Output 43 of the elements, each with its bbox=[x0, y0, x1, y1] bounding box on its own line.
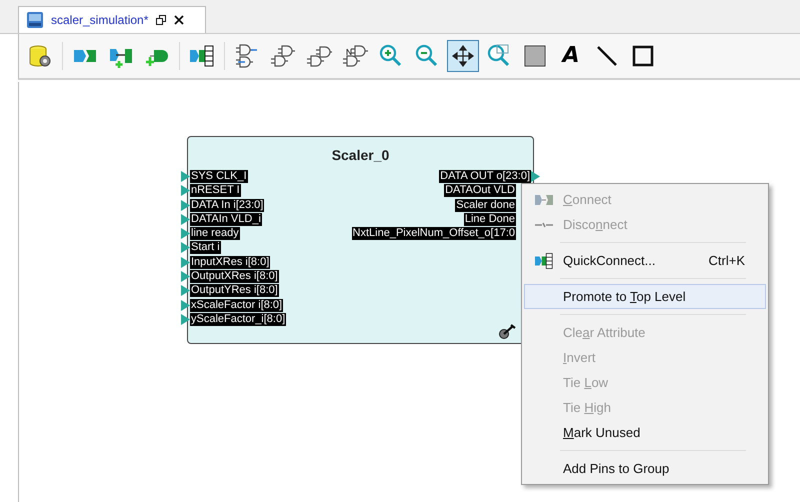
block-title: Scaler_0 bbox=[330, 146, 390, 165]
fit-arrows-icon bbox=[450, 43, 476, 69]
logic-gates-icon bbox=[270, 43, 296, 69]
quickconnect-icon bbox=[189, 43, 215, 69]
shortcut-label: Ctrl+K bbox=[708, 252, 745, 270]
port-label: Line Done bbox=[464, 212, 516, 226]
database-gear-icon bbox=[27, 43, 53, 69]
port-label: DATAIn VLD_i bbox=[190, 212, 262, 226]
menu-item[interactable]: Promote to Top Level bbox=[524, 284, 766, 309]
port-label: yScaleFactor_i[8:0] bbox=[190, 312, 286, 326]
menu-item[interactable]: Add Pins to Group bbox=[524, 456, 766, 481]
tab-title: scaler_simulation* bbox=[51, 12, 148, 29]
restore-icon[interactable] bbox=[156, 15, 166, 25]
port-label: NxtLine_PixelNum_Offset_o[17:0 bbox=[352, 227, 516, 240]
port-label: DATAOut VLD bbox=[444, 184, 516, 198]
close-icon[interactable] bbox=[174, 15, 184, 25]
zoom-area-icon bbox=[486, 43, 512, 69]
document-tab[interactable]: scaler_simulation* bbox=[18, 6, 206, 33]
port-label: SYS CLK_I bbox=[190, 170, 248, 183]
app-icon bbox=[27, 12, 43, 28]
menu-item[interactable]: Mark Unused bbox=[524, 420, 766, 445]
port-label: DATA In i[23:0] bbox=[190, 198, 264, 212]
logic-gates-icon bbox=[342, 43, 368, 69]
zoom-in-icon bbox=[378, 43, 404, 69]
gates-swap-icon bbox=[234, 43, 260, 69]
port-label: Scaler done bbox=[455, 198, 516, 212]
port-label: InputXRes i[8:0] bbox=[190, 256, 270, 269]
menu-item[interactable]: QuickConnect... Ctrl+K bbox=[524, 248, 766, 273]
zoom-out-icon bbox=[414, 43, 440, 69]
port-label: nRESET I bbox=[190, 184, 241, 198]
text-tool: A bbox=[562, 45, 580, 67]
toolbar-button[interactable]: A bbox=[555, 40, 587, 72]
port-label: DATA OUT o[23:0] bbox=[439, 170, 531, 183]
port-label: OutputXRes i[8:0] bbox=[190, 270, 279, 284]
grid-icon bbox=[522, 43, 548, 69]
toolbar-button[interactable] bbox=[447, 40, 479, 72]
port-label: Start i bbox=[190, 241, 221, 254]
port-label: OutputYRes i[8:0] bbox=[190, 284, 279, 298]
quickconnect-icon bbox=[535, 252, 553, 268]
rectangle-tool-icon bbox=[630, 43, 656, 69]
port-label: xScaleFactor i[8:0] bbox=[190, 298, 284, 312]
wrench-icon[interactable] bbox=[498, 324, 516, 340]
port-label: line ready bbox=[190, 227, 240, 240]
